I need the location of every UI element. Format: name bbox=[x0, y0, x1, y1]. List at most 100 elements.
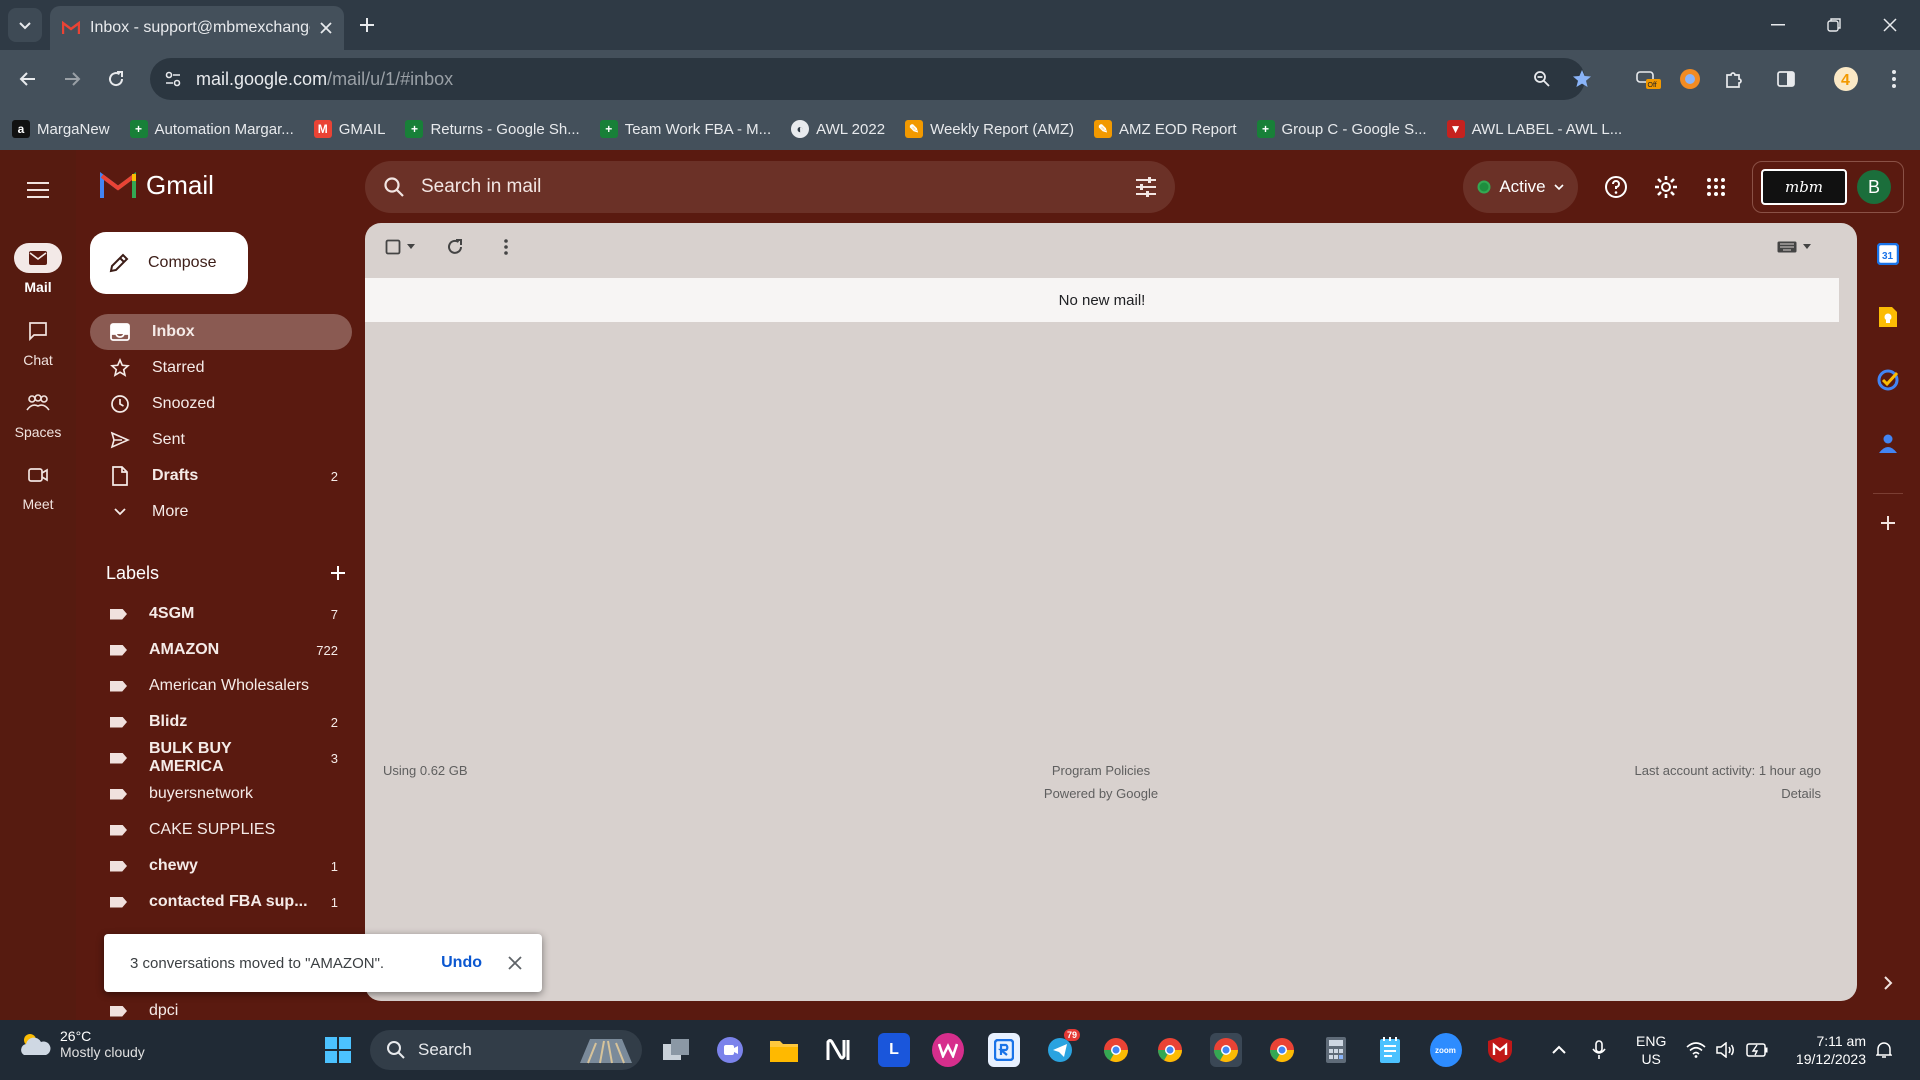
tab-search-button[interactable] bbox=[8, 8, 42, 42]
reload-button[interactable] bbox=[100, 63, 132, 95]
clock[interactable]: 7:11 am 19/12/2023 bbox=[1780, 1020, 1866, 1080]
notifications-button[interactable] bbox=[1876, 1020, 1892, 1080]
label-item[interactable]: Blidz 2 bbox=[90, 704, 352, 740]
chrome-app-3[interactable] bbox=[1266, 1033, 1298, 1067]
microphone-button[interactable] bbox=[1592, 1020, 1606, 1080]
bookmark-item[interactable]: a MargaNew bbox=[12, 120, 110, 138]
forward-button[interactable] bbox=[56, 63, 88, 95]
teams-chat-app[interactable] bbox=[714, 1033, 746, 1067]
bookmark-item[interactable]: M GMAIL bbox=[313, 120, 385, 138]
zoom-button[interactable] bbox=[1526, 63, 1558, 95]
status-selector[interactable]: Active bbox=[1463, 161, 1578, 213]
program-policies-link[interactable]: Program Policies bbox=[365, 763, 1837, 778]
label-item[interactable]: buyersnetwork bbox=[90, 776, 352, 812]
notepad-app[interactable] bbox=[1374, 1033, 1406, 1067]
r-app[interactable] bbox=[988, 1033, 1020, 1067]
label-item[interactable]: American Wholesalers bbox=[90, 668, 352, 704]
language-indicator[interactable]: ENG US bbox=[1636, 1020, 1666, 1080]
chrome-app-active[interactable] bbox=[1210, 1033, 1242, 1067]
chrome-app-1[interactable] bbox=[1100, 1033, 1132, 1067]
bookmark-item[interactable]: ✎ Weekly Report (AMZ) bbox=[905, 120, 1074, 138]
new-tab-button[interactable] bbox=[352, 10, 382, 40]
avatar[interactable]: B bbox=[1857, 170, 1891, 204]
close-window-button[interactable] bbox=[1862, 0, 1918, 50]
settings-button[interactable] bbox=[1650, 171, 1682, 203]
label-item[interactable]: contacted FBA sup... 1 bbox=[90, 884, 352, 920]
close-icon[interactable] bbox=[508, 956, 522, 970]
address-bar[interactable]: mail.google.com/mail/u/1/#inbox bbox=[150, 58, 1585, 100]
nav-item-drafts[interactable]: Drafts 2 bbox=[90, 458, 352, 494]
nav-item-snoozed[interactable]: Snoozed bbox=[90, 386, 352, 422]
site-settings-icon[interactable] bbox=[164, 70, 182, 88]
bookmark-item[interactable]: ✎ AMZ EOD Report bbox=[1093, 120, 1237, 138]
account-switcher[interactable]: mbm B bbox=[1752, 161, 1904, 213]
search-bar[interactable]: Search in mail bbox=[365, 161, 1175, 213]
calculator-app[interactable] bbox=[1320, 1033, 1352, 1067]
minimize-button[interactable] bbox=[1750, 0, 1806, 50]
bookmark-item[interactable]: + Group C - Google S... bbox=[1256, 120, 1427, 138]
browser-tab-active[interactable]: Inbox - support@mbmexchange... bbox=[50, 6, 344, 50]
show-hidden-icons-button[interactable] bbox=[1552, 1020, 1566, 1080]
support-button[interactable] bbox=[1600, 171, 1632, 203]
nav-item-inbox[interactable]: Inbox bbox=[90, 314, 352, 350]
nav-item-sent[interactable]: Sent bbox=[90, 422, 352, 458]
close-icon[interactable] bbox=[320, 22, 332, 34]
bookmark-item[interactable]: + Team Work FBA - M... bbox=[599, 120, 771, 138]
profile-button[interactable]: 4 bbox=[1830, 63, 1862, 95]
weather-widget[interactable]: 26°C Mostly cloudy bbox=[18, 1028, 145, 1060]
label-item[interactable]: chewy 1 bbox=[90, 848, 352, 884]
search-icon[interactable] bbox=[383, 176, 405, 198]
extension-off-button[interactable]: Off bbox=[1632, 63, 1664, 95]
details-link[interactable]: Details bbox=[1781, 786, 1821, 801]
contacts-app-button[interactable] bbox=[1873, 428, 1903, 458]
select-all-checkbox[interactable] bbox=[385, 239, 415, 255]
system-tray-status[interactable] bbox=[1686, 1020, 1768, 1080]
nav-item-more[interactable]: More bbox=[90, 494, 352, 530]
back-button[interactable] bbox=[12, 63, 44, 95]
mcafee-app[interactable] bbox=[1484, 1033, 1516, 1067]
rail-spaces[interactable]: Spaces bbox=[0, 388, 76, 448]
side-panel-button[interactable] bbox=[1770, 63, 1802, 95]
google-apps-button[interactable] bbox=[1700, 171, 1732, 203]
plus-icon[interactable] bbox=[330, 565, 346, 581]
extension-orange-button[interactable] bbox=[1674, 63, 1706, 95]
browser-menu-button[interactable] bbox=[1878, 63, 1910, 95]
start-button[interactable] bbox=[322, 1033, 354, 1067]
label-item[interactable]: 4SGM 7 bbox=[90, 596, 352, 632]
rail-meet[interactable]: Meet bbox=[0, 460, 76, 520]
bookmark-star-button[interactable] bbox=[1566, 63, 1598, 95]
zoom-app[interactable]: zoom bbox=[1430, 1033, 1462, 1067]
gmail-logo[interactable]: Gmail bbox=[100, 170, 214, 201]
calendar-app-button[interactable]: 31 bbox=[1873, 239, 1903, 269]
more-actions-button[interactable] bbox=[503, 238, 509, 256]
show-side-panel-button[interactable] bbox=[1873, 968, 1903, 998]
label-item[interactable]: BULK BUY AMERICA 3 bbox=[90, 740, 352, 776]
chrome-app-2[interactable] bbox=[1154, 1033, 1186, 1067]
extensions-button[interactable] bbox=[1718, 63, 1750, 95]
notion-app[interactable] bbox=[822, 1033, 854, 1067]
compose-button[interactable]: Compose bbox=[90, 232, 248, 294]
label-item[interactable]: CAKE SUPPLIES bbox=[90, 812, 352, 848]
label-item[interactable]: AMAZON 722 bbox=[90, 632, 352, 668]
l-app[interactable]: L bbox=[878, 1033, 910, 1067]
bookmark-item[interactable]: + Automation Margar... bbox=[129, 120, 294, 138]
rail-mail[interactable]: Mail bbox=[0, 243, 76, 303]
telegram-app[interactable]: 79 bbox=[1044, 1029, 1081, 1067]
bookmark-item[interactable]: ▼ AWL LABEL - AWL L... bbox=[1446, 120, 1622, 138]
taskbar-search[interactable]: Search bbox=[370, 1030, 642, 1070]
tasks-app-button[interactable] bbox=[1873, 365, 1903, 395]
get-addons-button[interactable] bbox=[1873, 508, 1903, 538]
wps-app[interactable] bbox=[932, 1033, 964, 1067]
task-view-button[interactable] bbox=[660, 1033, 692, 1067]
bookmark-item[interactable]: ◐ AWL 2022 bbox=[791, 120, 885, 138]
file-explorer-app[interactable] bbox=[768, 1033, 800, 1067]
search-input[interactable]: Search in mail bbox=[421, 176, 1119, 198]
undo-button[interactable]: Undo bbox=[441, 954, 482, 972]
restore-button[interactable] bbox=[1806, 0, 1862, 50]
nav-item-starred[interactable]: Starred bbox=[90, 350, 352, 386]
search-options-icon[interactable] bbox=[1135, 177, 1157, 197]
keep-app-button[interactable] bbox=[1873, 302, 1903, 332]
rail-chat[interactable]: Chat bbox=[0, 316, 76, 376]
bookmark-item[interactable]: + Returns - Google Sh... bbox=[405, 120, 580, 138]
main-menu-button[interactable] bbox=[22, 174, 54, 206]
